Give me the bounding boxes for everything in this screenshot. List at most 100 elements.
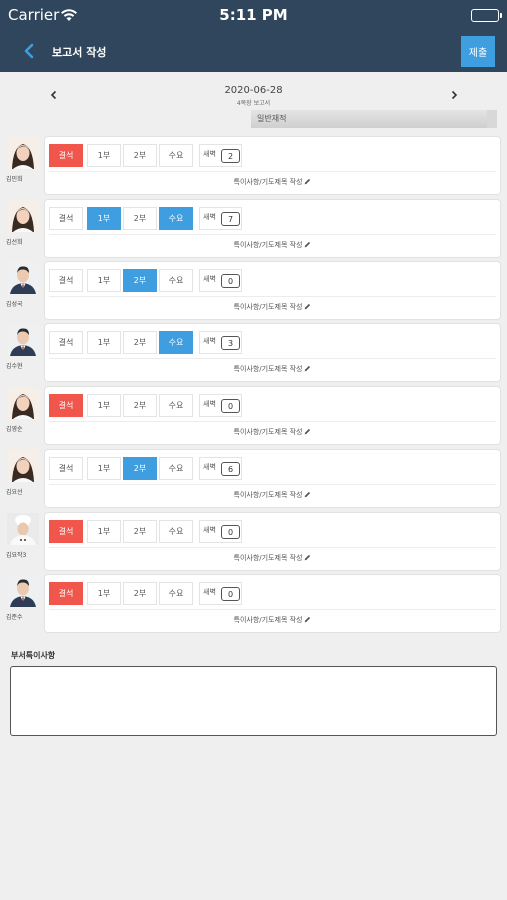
dawn-label: 새벽 bbox=[203, 588, 216, 596]
membership-select[interactable]: 일반재적 bbox=[251, 110, 497, 128]
member-row: 김수현 결석 1부 2부 수요 새벽 3 특이사항/기도제목 작성 bbox=[0, 324, 507, 384]
avatar bbox=[7, 137, 39, 169]
service1-button[interactable]: 1부 bbox=[87, 394, 121, 417]
wednesday-button[interactable]: 수요 bbox=[159, 394, 193, 417]
service1-button[interactable]: 1부 bbox=[87, 207, 121, 230]
service2-button[interactable]: 2부 bbox=[123, 269, 157, 292]
note-label: 특이사항/기도제목 작성 bbox=[233, 554, 303, 562]
note-label: 특이사항/기도제목 작성 bbox=[233, 303, 303, 311]
dawn-counter[interactable]: 새벽 7 bbox=[199, 207, 242, 230]
attendance-card: 결석 1부 2부 수요 새벽 0 특이사항/기도제목 작성 bbox=[45, 513, 500, 570]
dawn-count-input[interactable]: 2 bbox=[221, 149, 240, 163]
note-label: 특이사항/기도제목 작성 bbox=[233, 616, 303, 624]
dawn-counter[interactable]: 새벽 6 bbox=[199, 457, 242, 480]
dawn-label: 새벽 bbox=[203, 526, 216, 534]
service1-button[interactable]: 1부 bbox=[87, 144, 121, 167]
member-row: 김성국 결석 1부 2부 수요 새벽 0 특이사항/기도제목 작성 bbox=[0, 262, 507, 322]
service1-button[interactable]: 1부 bbox=[87, 269, 121, 292]
pencil-icon bbox=[305, 241, 311, 248]
dawn-count-input[interactable]: 6 bbox=[221, 462, 240, 476]
wednesday-button[interactable]: 수요 bbox=[159, 331, 193, 354]
wednesday-button[interactable]: 수요 bbox=[159, 269, 193, 292]
write-note-link[interactable]: 특이사항/기도제목 작성 bbox=[45, 364, 500, 374]
member-row: 김선희 결석 1부 2부 수요 새벽 7 특이사항/기도제목 작성 bbox=[0, 200, 507, 260]
dawn-label: 새벽 bbox=[203, 400, 216, 408]
service2-button[interactable]: 2부 bbox=[123, 457, 157, 480]
absent-button[interactable]: 결석 bbox=[49, 394, 83, 417]
write-note-link[interactable]: 특이사항/기도제목 작성 bbox=[45, 553, 500, 563]
remarks-label: 부서특이사항 bbox=[11, 651, 56, 660]
absent-button[interactable]: 결석 bbox=[49, 269, 83, 292]
remarks-textarea[interactable] bbox=[10, 666, 497, 736]
pencil-icon bbox=[305, 491, 311, 498]
write-note-link[interactable]: 특이사항/기도제목 작성 bbox=[45, 615, 500, 625]
absent-button[interactable]: 결석 bbox=[49, 582, 83, 605]
service1-button[interactable]: 1부 bbox=[87, 520, 121, 543]
dawn-label: 새벽 bbox=[203, 463, 216, 471]
write-note-link[interactable]: 특이사항/기도제목 작성 bbox=[45, 427, 500, 437]
chevron-right-icon bbox=[451, 90, 458, 100]
dawn-counter[interactable]: 새벽 0 bbox=[199, 394, 242, 417]
service2-button[interactable]: 2부 bbox=[123, 394, 157, 417]
member-name: 김선희 bbox=[6, 239, 23, 246]
absent-button[interactable]: 결석 bbox=[49, 331, 83, 354]
divider bbox=[49, 421, 496, 422]
dawn-label: 새벽 bbox=[203, 150, 216, 158]
dawn-counter[interactable]: 새벽 3 bbox=[199, 331, 242, 354]
absent-button[interactable]: 결석 bbox=[49, 457, 83, 480]
divider bbox=[49, 358, 496, 359]
write-note-link[interactable]: 특이사항/기도제목 작성 bbox=[45, 302, 500, 312]
divider bbox=[49, 484, 496, 485]
dawn-label: 새벽 bbox=[203, 337, 216, 345]
nav-bar: 보고서 작성 제출 bbox=[0, 30, 507, 72]
dawn-counter[interactable]: 새벽 2 bbox=[199, 144, 242, 167]
dawn-count-input[interactable]: 0 bbox=[221, 274, 240, 288]
avatar bbox=[7, 575, 39, 607]
note-label: 특이사항/기도제목 작성 bbox=[233, 491, 303, 499]
avatar bbox=[7, 262, 39, 294]
dawn-count-input[interactable]: 0 bbox=[221, 399, 240, 413]
absent-button[interactable]: 결석 bbox=[49, 520, 83, 543]
attendance-card: 결석 1부 2부 수요 새벽 3 특이사항/기도제목 작성 bbox=[45, 324, 500, 381]
wednesday-button[interactable]: 수요 bbox=[159, 582, 193, 605]
service2-button[interactable]: 2부 bbox=[123, 331, 157, 354]
service2-button[interactable]: 2부 bbox=[123, 207, 157, 230]
pencil-icon bbox=[305, 178, 311, 185]
back-button[interactable] bbox=[20, 40, 40, 62]
write-note-link[interactable]: 특이사항/기도제목 작성 bbox=[45, 240, 500, 250]
dawn-counter[interactable]: 새벽 0 bbox=[199, 520, 242, 543]
service2-button[interactable]: 2부 bbox=[123, 144, 157, 167]
member-name: 김요선 bbox=[6, 489, 23, 496]
submit-button[interactable]: 제출 bbox=[461, 36, 495, 67]
dawn-count-input[interactable]: 0 bbox=[221, 587, 240, 601]
attendance-card: 결석 1부 2부 수요 새벽 6 특이사항/기도제목 작성 bbox=[45, 450, 500, 507]
absent-button[interactable]: 결석 bbox=[49, 207, 83, 230]
service2-button[interactable]: 2부 bbox=[123, 520, 157, 543]
service1-button[interactable]: 1부 bbox=[87, 457, 121, 480]
dawn-count-input[interactable]: 0 bbox=[221, 525, 240, 539]
wednesday-button[interactable]: 수요 bbox=[159, 144, 193, 167]
wednesday-button[interactable]: 수요 bbox=[159, 457, 193, 480]
member-name: 김영순 bbox=[6, 426, 23, 433]
note-label: 특이사항/기도제목 작성 bbox=[233, 178, 303, 186]
wednesday-button[interactable]: 수요 bbox=[159, 207, 193, 230]
member-row: 김준수 결석 1부 2부 수요 새벽 0 특이사항/기도제목 작성 bbox=[0, 575, 507, 635]
absent-button[interactable]: 결석 bbox=[49, 144, 83, 167]
dawn-count-input[interactable]: 3 bbox=[221, 336, 240, 350]
write-note-link[interactable]: 특이사항/기도제목 작성 bbox=[45, 490, 500, 500]
dawn-counter[interactable]: 새벽 0 bbox=[199, 582, 242, 605]
attendance-card: 결석 1부 2부 수요 새벽 0 특이사항/기도제목 작성 bbox=[45, 387, 500, 444]
dawn-count-input[interactable]: 7 bbox=[221, 212, 240, 226]
next-date-button[interactable] bbox=[446, 87, 462, 103]
wednesday-button[interactable]: 수요 bbox=[159, 520, 193, 543]
dawn-counter[interactable]: 새벽 0 bbox=[199, 269, 242, 292]
service1-button[interactable]: 1부 bbox=[87, 331, 121, 354]
service1-button[interactable]: 1부 bbox=[87, 582, 121, 605]
write-note-link[interactable]: 특이사항/기도제목 작성 bbox=[45, 177, 500, 187]
pencil-icon bbox=[305, 303, 311, 310]
report-date: 2020-06-28 bbox=[224, 85, 283, 96]
service2-button[interactable]: 2부 bbox=[123, 582, 157, 605]
note-label: 특이사항/기도제목 작성 bbox=[233, 365, 303, 373]
member-row: 김영순 결석 1부 2부 수요 새벽 0 특이사항/기도제목 작성 bbox=[0, 387, 507, 447]
divider bbox=[49, 609, 496, 610]
